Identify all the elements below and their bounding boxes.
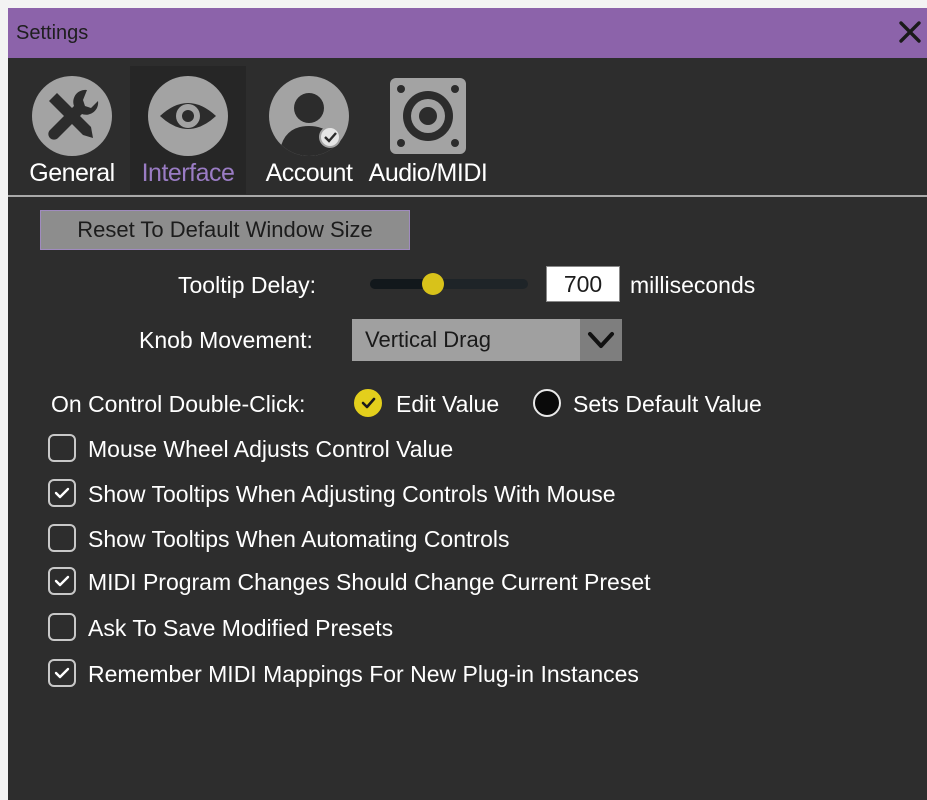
tooltips-automating-label: Show Tooltips When Automating Controls (88, 526, 510, 552)
checkmark-icon (54, 575, 70, 587)
tooltip-delay-unit: milliseconds (630, 272, 756, 298)
tab-audio-midi-label: Audio/MIDI (368, 159, 488, 187)
tooltips-automating-checkbox[interactable] (48, 524, 76, 552)
eye-icon (148, 76, 228, 156)
sets-default-value-radio[interactable] (533, 389, 561, 417)
knob-movement-select[interactable]: Vertical Drag (352, 319, 622, 361)
wrench-screwdriver-icon (32, 76, 112, 156)
remember-midi-mappings-label: Remember MIDI Mappings For New Plug-in I… (88, 661, 639, 687)
mouse-wheel-checkbox[interactable] (48, 434, 76, 462)
edit-value-radio[interactable] (354, 389, 382, 417)
settings-window: Settings General Interface Account Audio… (8, 8, 927, 800)
tooltip-delay-label: Tooltip Delay: (178, 272, 317, 298)
checkmark-icon (361, 397, 376, 409)
remember-midi-mappings-checkbox[interactable] (48, 659, 76, 687)
tooltip-delay-slider-thumb[interactable] (422, 273, 445, 295)
title-bar: Settings (8, 8, 927, 58)
tab-general-label: General (29, 159, 115, 187)
reset-window-size-button[interactable]: Reset To Default Window Size (40, 210, 410, 250)
checkmark-icon (54, 667, 70, 679)
user-icon (269, 76, 349, 156)
window-title: Settings (16, 22, 89, 44)
close-icon[interactable] (895, 17, 925, 47)
knob-movement-label: Knob Movement: (139, 327, 313, 353)
edit-value-label: Edit Value (396, 391, 500, 417)
checkmark-icon (54, 487, 70, 499)
tooltips-adjusting-label: Show Tooltips When Adjusting Controls Wi… (88, 481, 616, 507)
tab-interface[interactable]: Interface (130, 66, 246, 194)
speaker-icon (388, 76, 468, 156)
ask-save-presets-checkbox[interactable] (48, 613, 76, 641)
tab-account-label: Account (265, 159, 353, 187)
ask-save-presets-label: Ask To Save Modified Presets (88, 615, 394, 641)
settings-tabs: General Interface Account Audio/MIDI (8, 58, 927, 196)
mouse-wheel-label: Mouse Wheel Adjusts Control Value (88, 436, 454, 462)
tab-account[interactable]: Account (254, 66, 364, 194)
knob-movement-selected-value: Vertical Drag (365, 327, 491, 352)
tooltip-delay-input[interactable] (546, 266, 620, 302)
tab-audio-midi[interactable]: Audio/MIDI (368, 66, 488, 194)
chevron-down-icon[interactable] (580, 319, 622, 361)
double-click-label: On Control Double-Click: (51, 391, 306, 417)
tab-general[interactable]: General (16, 66, 128, 194)
tooltips-adjusting-checkbox[interactable] (48, 479, 76, 507)
midi-program-changes-checkbox[interactable] (48, 567, 76, 595)
sets-default-value-label: Sets Default Value (573, 391, 762, 417)
tooltip-delay-slider[interactable] (370, 273, 528, 295)
tab-interface-label: Interface (141, 159, 235, 187)
midi-program-changes-label: MIDI Program Changes Should Change Curre… (88, 569, 651, 595)
tab-divider (8, 195, 927, 197)
